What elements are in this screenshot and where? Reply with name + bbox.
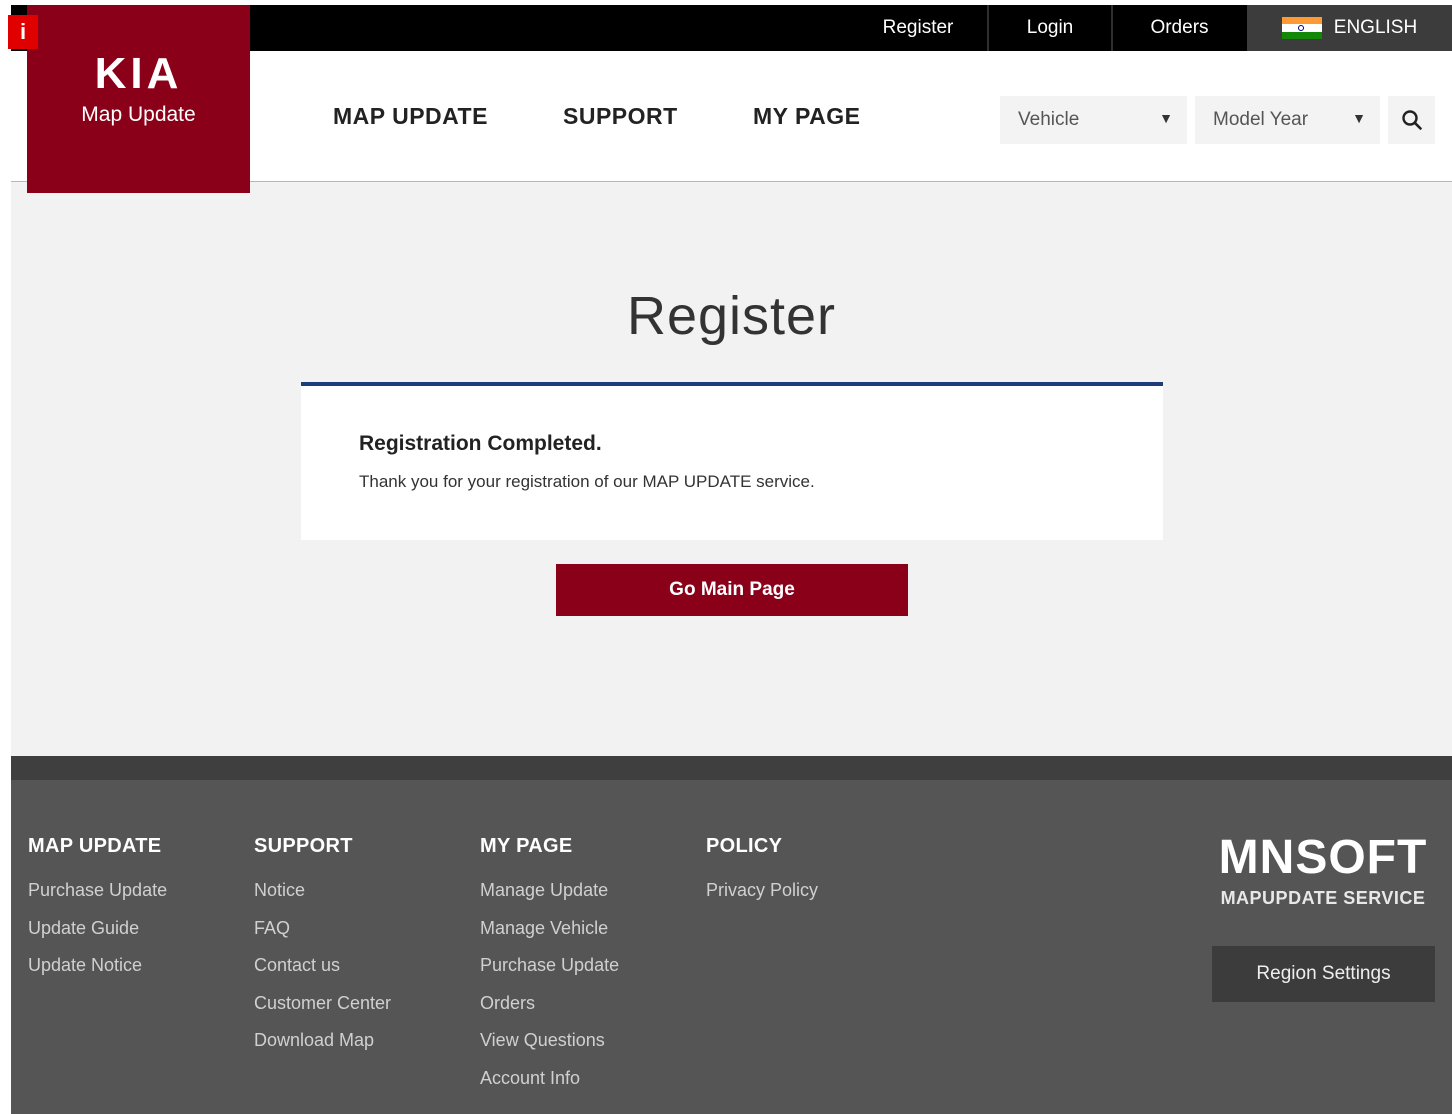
page-title: Register bbox=[626, 286, 837, 346]
footer-link[interactable]: Purchase Update bbox=[480, 955, 619, 993]
footer-link[interactable]: Update Guide bbox=[28, 918, 167, 956]
footer-link[interactable]: Purchase Update bbox=[28, 880, 167, 918]
nav-support[interactable]: SUPPORT bbox=[563, 103, 678, 130]
india-flag-icon bbox=[1281, 17, 1322, 39]
footer-column-support: SUPPORT Notice FAQ Contact us Customer C… bbox=[254, 835, 391, 1068]
logo-subtitle: Map Update bbox=[81, 103, 196, 126]
model-year-select-value: Model Year bbox=[1213, 109, 1309, 130]
footer-link[interactable]: FAQ bbox=[254, 918, 391, 956]
nav-my-page[interactable]: MY PAGE bbox=[753, 103, 860, 130]
orders-link[interactable]: Orders bbox=[1113, 5, 1246, 51]
site-footer: MAP UPDATE Purchase Update Update Guide … bbox=[11, 756, 1452, 1114]
go-main-page-button[interactable]: Go Main Page bbox=[556, 564, 908, 616]
footer-link[interactable]: Privacy Policy bbox=[706, 880, 818, 918]
footer-link[interactable]: Manage Update bbox=[480, 880, 619, 918]
search-button[interactable] bbox=[1388, 96, 1435, 144]
footer-link[interactable]: Contact us bbox=[254, 955, 391, 993]
registration-message: Thank you for your registration of our M… bbox=[359, 472, 815, 491]
dropdown-arrow-icon: ▼ bbox=[1352, 110, 1366, 126]
language-label: ENGLISH bbox=[1333, 17, 1418, 38]
region-settings-button[interactable]: Region Settings bbox=[1212, 946, 1435, 1002]
registration-heading: Registration Completed. bbox=[359, 432, 602, 455]
mnsoft-logo: MNSOFT MAPUPDATE SERVICE bbox=[1211, 834, 1435, 909]
kia-logo[interactable]: KIA Map Update bbox=[27, 5, 250, 193]
footer-column-my-page: MY PAGE Manage Update Manage Vehicle Pur… bbox=[480, 835, 619, 1105]
login-link[interactable]: Login bbox=[989, 5, 1111, 51]
footer-link[interactable]: Customer Center bbox=[254, 993, 391, 1031]
vehicle-select-value: Vehicle bbox=[1018, 109, 1080, 130]
mnsoft-subtitle: MAPUPDATE SERVICE bbox=[1220, 888, 1426, 908]
mnsoft-brand: MNSOFT bbox=[1218, 831, 1428, 884]
model-year-select[interactable]: Model Year ▼ bbox=[1195, 96, 1380, 144]
footer-link[interactable]: Manage Vehicle bbox=[480, 918, 619, 956]
registration-message-card: Registration Completed. Thank you for yo… bbox=[301, 382, 1163, 540]
footer-heading: SUPPORT bbox=[254, 835, 353, 857]
footer-heading: POLICY bbox=[706, 835, 783, 857]
logo-brand: KIA bbox=[94, 49, 183, 98]
footer-divider bbox=[11, 756, 1452, 780]
footer-heading: MY PAGE bbox=[480, 835, 573, 857]
footer-link[interactable]: Account Info bbox=[480, 1068, 619, 1106]
info-badge[interactable]: i bbox=[8, 15, 38, 49]
nav-map-update[interactable]: MAP UPDATE bbox=[333, 103, 488, 130]
language-selector[interactable]: ENGLISH bbox=[1247, 5, 1452, 51]
footer-link[interactable]: Notice bbox=[254, 880, 391, 918]
footer-link[interactable]: Update Notice bbox=[28, 955, 167, 993]
page: Register Login Orders ENGLISH KIA Map Up… bbox=[11, 5, 1452, 1114]
footer-link[interactable]: View Questions bbox=[480, 1030, 619, 1068]
vehicle-select[interactable]: Vehicle ▼ bbox=[1000, 96, 1187, 144]
footer-link[interactable]: Download Map bbox=[254, 1030, 391, 1068]
footer-heading: MAP UPDATE bbox=[28, 835, 162, 857]
footer-column-map-update: MAP UPDATE Purchase Update Update Guide … bbox=[28, 835, 167, 993]
search-icon bbox=[1401, 110, 1422, 130]
dropdown-arrow-icon: ▼ bbox=[1159, 110, 1173, 126]
footer-column-policy: POLICY Privacy Policy bbox=[706, 835, 818, 918]
register-link[interactable]: Register bbox=[849, 5, 987, 51]
footer-link[interactable]: Orders bbox=[480, 993, 619, 1031]
